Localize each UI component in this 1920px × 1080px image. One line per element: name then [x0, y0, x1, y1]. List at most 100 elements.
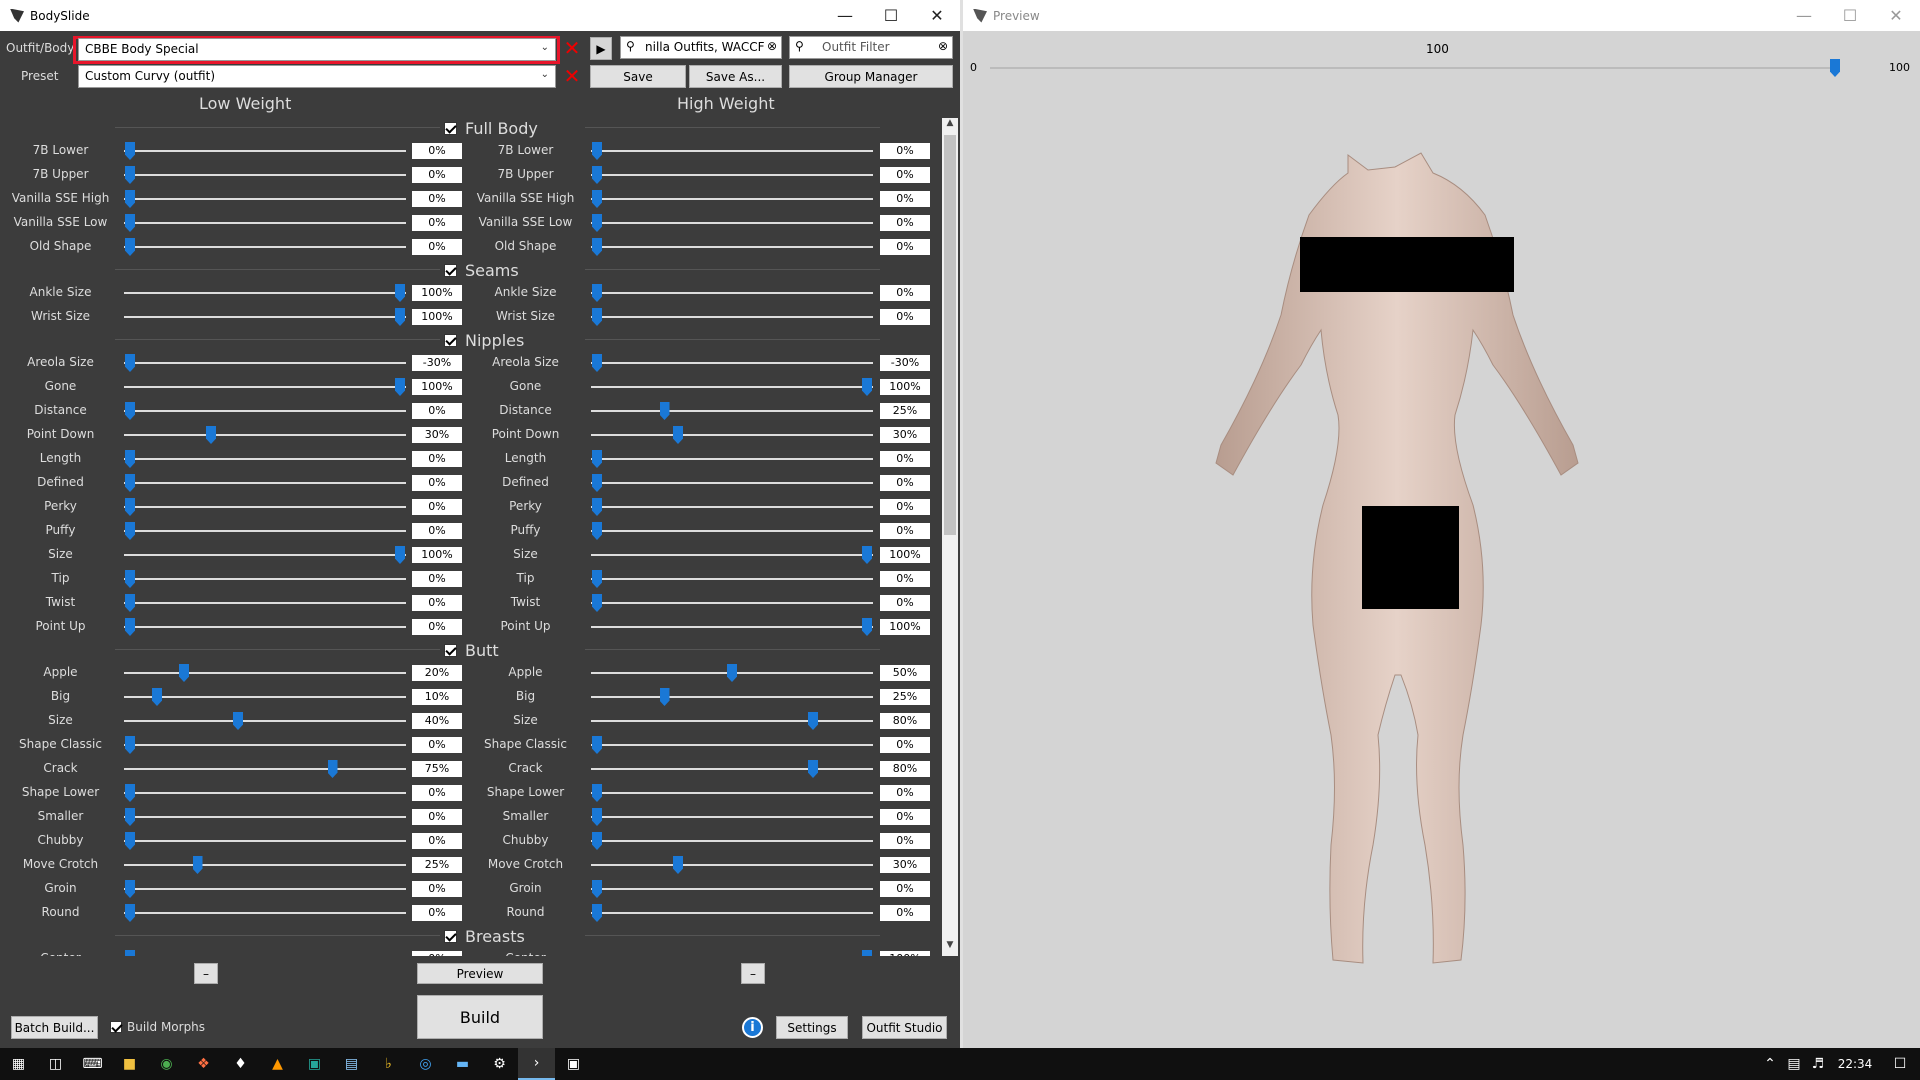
low-slider-track[interactable] [124, 530, 406, 532]
low-value-box[interactable]: 0% [412, 215, 462, 231]
preview-button[interactable]: Preview [417, 963, 543, 984]
preset-dropdown[interactable]: Custom Curvy (outfit) ⌄ [78, 65, 556, 88]
low-slider-thumb[interactable] [125, 832, 135, 850]
high-value-box[interactable]: 0% [880, 499, 930, 515]
high-slider-thumb[interactable] [592, 904, 602, 922]
app-icon-3[interactable]: ▣ [296, 1048, 333, 1080]
bodyslide-titlebar[interactable]: BodySlide — ☐ ✕ [0, 0, 960, 31]
app-icon-5[interactable]: ♭ [370, 1048, 407, 1080]
high-value-box[interactable]: 0% [880, 809, 930, 825]
photos-taskbar-icon[interactable]: ▣ [555, 1048, 592, 1080]
high-slider-track[interactable] [591, 602, 873, 604]
high-slider-track[interactable] [591, 410, 873, 412]
high-slider-track[interactable] [591, 222, 873, 224]
keyboard-icon[interactable]: ⌨ [74, 1048, 111, 1080]
high-slider-thumb[interactable] [592, 522, 602, 540]
low-value-box[interactable]: 0% [412, 403, 462, 419]
high-slider-track[interactable] [591, 912, 873, 914]
low-value-box[interactable]: 100% [412, 547, 462, 563]
high-slider-track[interactable] [591, 530, 873, 532]
low-slider-track[interactable] [124, 888, 406, 890]
low-slider-thumb[interactable] [125, 190, 135, 208]
low-slider-track[interactable] [124, 626, 406, 628]
high-slider-thumb[interactable] [659, 402, 670, 420]
app-icon-4[interactable]: ▤ [333, 1048, 370, 1080]
high-value-box[interactable]: 0% [880, 737, 930, 753]
high-value-box[interactable]: 0% [880, 143, 930, 159]
weight-slider-track[interactable] [990, 67, 1840, 69]
low-slider-thumb[interactable] [125, 880, 135, 898]
low-value-box[interactable]: 0% [412, 595, 462, 611]
app-icon-2[interactable]: ♦ [222, 1048, 259, 1080]
low-minus-button[interactable]: – [194, 963, 218, 984]
low-slider-thumb[interactable] [125, 450, 135, 468]
high-slider-track[interactable] [591, 434, 873, 436]
low-slider-track[interactable] [124, 506, 406, 508]
low-slider-thumb[interactable] [233, 712, 243, 730]
low-slider-thumb[interactable] [125, 522, 135, 540]
high-slider-track[interactable] [591, 768, 873, 770]
high-slider-thumb[interactable] [592, 214, 602, 232]
build-button[interactable]: Build [417, 995, 543, 1039]
low-slider-track[interactable] [124, 672, 406, 674]
low-slider-track[interactable] [124, 410, 406, 412]
low-value-box[interactable]: 30% [412, 427, 462, 443]
save-button[interactable]: Save [590, 65, 686, 88]
low-slider-thumb[interactable] [152, 688, 162, 706]
high-value-box[interactable]: 0% [880, 239, 930, 255]
high-slider-thumb[interactable] [673, 426, 683, 444]
high-slider-track[interactable] [591, 198, 873, 200]
low-slider-track[interactable] [124, 246, 406, 248]
high-value-box[interactable]: 0% [880, 167, 930, 183]
high-slider-track[interactable] [591, 578, 873, 580]
outfit-body-dropdown[interactable]: CBBE Body Special ⌄ [78, 38, 556, 61]
close-button[interactable]: ✕ [1873, 0, 1919, 31]
scroll-thumb[interactable] [944, 135, 956, 535]
low-slider-thumb[interactable] [125, 142, 135, 160]
high-slider-thumb[interactable] [592, 190, 602, 208]
low-slider-thumb[interactable] [125, 594, 135, 612]
low-value-box[interactable]: 0% [412, 523, 462, 539]
high-value-box[interactable]: 0% [880, 475, 930, 491]
high-slider-track[interactable] [591, 386, 873, 388]
low-slider-thumb[interactable] [125, 402, 135, 420]
checkbox-icon[interactable] [444, 929, 457, 943]
low-slider-track[interactable] [124, 362, 406, 364]
high-slider-thumb[interactable] [862, 546, 872, 564]
low-value-box[interactable]: 10% [412, 689, 462, 705]
high-value-box[interactable]: 25% [880, 403, 930, 419]
high-slider-track[interactable] [591, 792, 873, 794]
low-value-box[interactable]: 0% [412, 239, 462, 255]
high-slider-thumb[interactable] [673, 856, 683, 874]
group-filter-input[interactable]: ⚲ nilla Outfits, WACCF ⊗ [620, 36, 782, 59]
high-value-box[interactable]: 0% [880, 451, 930, 467]
group-header-nipples[interactable]: Nipples [444, 330, 524, 350]
low-slider-thumb[interactable] [179, 664, 189, 682]
high-value-box[interactable]: 0% [880, 595, 930, 611]
high-slider-thumb[interactable] [592, 832, 602, 850]
high-slider-thumb[interactable] [862, 378, 872, 396]
high-slider-track[interactable] [591, 246, 873, 248]
high-slider-thumb[interactable] [727, 664, 737, 682]
high-slider-track[interactable] [591, 696, 873, 698]
low-value-box[interactable]: 0% [412, 809, 462, 825]
low-slider-thumb[interactable] [125, 238, 135, 256]
low-slider-track[interactable] [124, 720, 406, 722]
low-slider-track[interactable] [124, 696, 406, 698]
low-slider-thumb[interactable] [125, 354, 135, 372]
low-value-box[interactable]: 0% [412, 905, 462, 921]
app-icon-8[interactable]: ⚙ [481, 1048, 518, 1080]
group-header-full-body[interactable]: Full Body [444, 118, 538, 138]
low-slider-track[interactable] [124, 292, 406, 294]
low-slider-track[interactable] [124, 744, 406, 746]
high-value-box[interactable]: 25% [880, 689, 930, 705]
low-slider-track[interactable] [124, 222, 406, 224]
checkbox-icon[interactable] [444, 263, 457, 277]
bodyslide-taskbar-icon[interactable]: › [518, 1048, 555, 1080]
high-value-box[interactable]: 30% [880, 857, 930, 873]
high-slider-track[interactable] [591, 174, 873, 176]
clear-filter-icon[interactable]: ⊗ [938, 39, 948, 53]
high-slider-thumb[interactable] [592, 308, 602, 326]
high-slider-track[interactable] [591, 626, 873, 628]
batch-build-button[interactable]: Batch Build... [11, 1016, 98, 1039]
